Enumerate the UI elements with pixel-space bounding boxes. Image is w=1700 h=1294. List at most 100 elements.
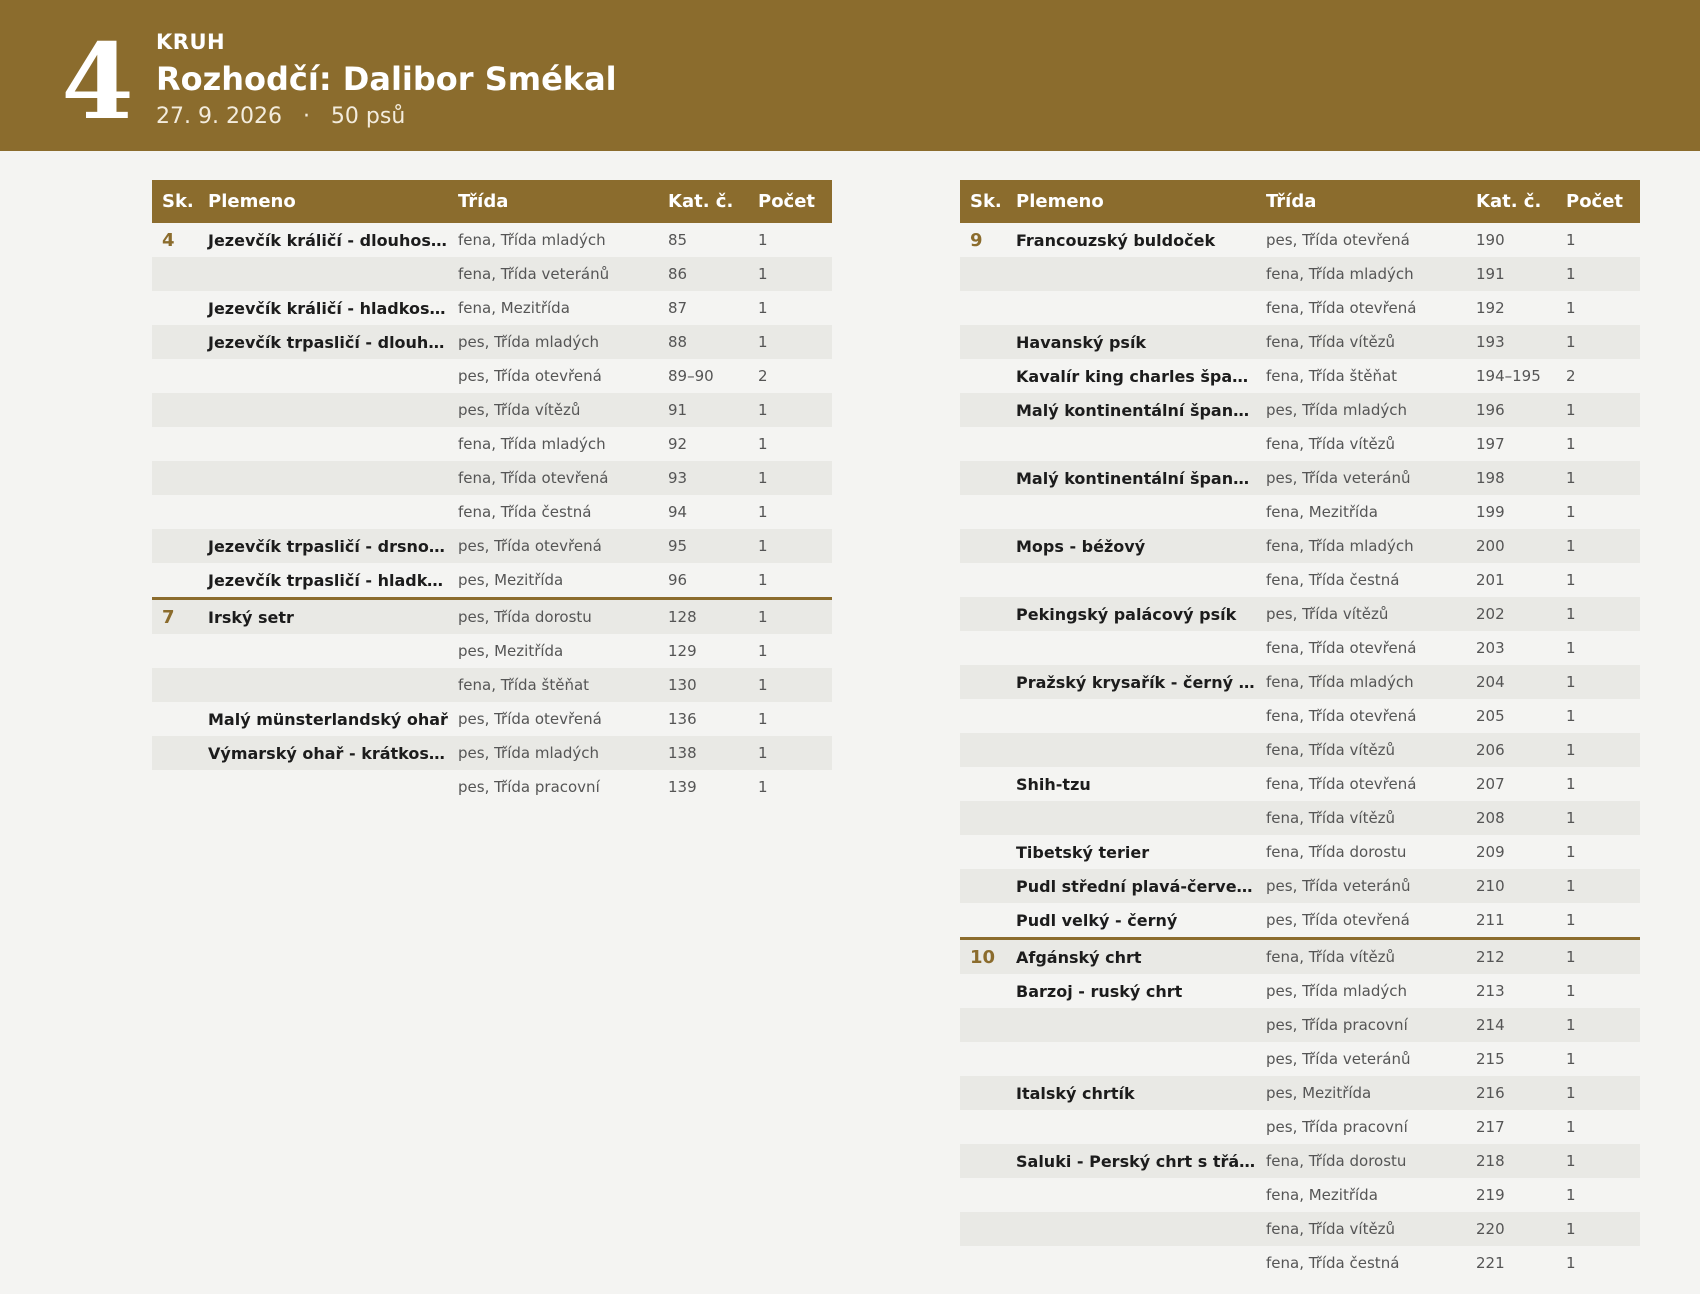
catalog-number-cell: 193 xyxy=(1466,325,1556,359)
group-cell xyxy=(960,1076,1006,1110)
catalog-number-cell: 91 xyxy=(658,393,748,427)
breed-cell: Pudl střední plavá-červená xyxy=(1006,869,1256,903)
breed-cell xyxy=(198,257,448,291)
breed-cell: Kavalír king charles španěl xyxy=(1016,366,1256,386)
table-row: fena, Třída veteránů 86 1 xyxy=(152,257,832,291)
group-cell xyxy=(960,257,1006,291)
table-row: Pudl velký - černý pes, Třída otevřená 211… xyxy=(960,903,1640,939)
ring-number: 4 xyxy=(61,20,134,143)
group-cell xyxy=(960,974,1006,1008)
class-cell: pes, Třída mladých xyxy=(448,325,658,359)
table-row: fena, Mezitřída 199 1 xyxy=(960,495,1640,529)
class-cell: pes, Mezitřída xyxy=(458,642,564,660)
count-cell: 1 xyxy=(1556,393,1640,427)
count-cell: 1 xyxy=(1556,733,1640,767)
class-cell: fena, Mezitřída xyxy=(1266,1186,1378,1204)
schedule-table-left: Sk. Plemeno Třída Kat. č. Počet 409:15 Je… xyxy=(152,180,832,804)
count-cell: 1 xyxy=(1556,1144,1640,1178)
count-cell: 1 xyxy=(1566,571,1576,589)
table-row: Barzoj - ruský chrt pes, Třída mladých 213… xyxy=(960,974,1640,1008)
breed-cell xyxy=(1006,631,1256,665)
breed-cell: Malý münsterlandský ohař xyxy=(208,709,448,729)
catalog-number-cell: 201 xyxy=(1476,571,1505,589)
catalog-number-cell: 136 xyxy=(668,710,697,728)
table-header-row: Sk. Plemeno Třída Kat. č. Počet xyxy=(152,180,832,223)
table-row: fena, Třída otevřená 93 1 xyxy=(152,461,832,495)
table-row: Malý münsterlandský ohař pes, Třída otevř… xyxy=(152,702,832,736)
count-cell: 1 xyxy=(1566,1050,1576,1068)
judge-name: Rozhodčí: Dalibor Smékal xyxy=(156,60,617,98)
catalog-number-cell: 196 xyxy=(1466,393,1556,427)
header-catalog-number: Kat. č. xyxy=(658,180,748,223)
breed-cell xyxy=(1006,699,1256,733)
breed-cell xyxy=(198,393,448,427)
catalog-number-cell: 85 xyxy=(668,231,688,249)
class-cell: pes, Třída pracovní xyxy=(458,778,600,796)
catalog-number-cell: 92 xyxy=(668,435,688,453)
table-header-row: Sk. Plemeno Třída Kat. č. Počet xyxy=(960,180,1640,223)
class-cell: fena, Třída dorostu xyxy=(1266,843,1407,861)
breed-cell xyxy=(198,668,448,702)
catalog-number-cell: 212 xyxy=(1466,937,1556,974)
table-row: Malý kontinentální španěl - phalenepes, … xyxy=(960,461,1640,495)
table-row: Jezevčík trpasličí - drsnosrstý pes, Tříd… xyxy=(152,529,832,563)
group-cell xyxy=(960,359,1006,393)
table-row: pes, Třída pracovní 139 1 xyxy=(152,770,832,804)
breed-cell: Jezevčík králičí - hladkosrstý xyxy=(208,298,448,318)
catalog-number-cell: 221 xyxy=(1476,1254,1505,1272)
catalog-number-cell: 139 xyxy=(668,778,697,796)
class-cell: fena, Třída štěňat xyxy=(448,668,658,702)
table-row: Malý kontinentální španěl - papillonpes,… xyxy=(960,393,1640,427)
catalog-number-cell: 209 xyxy=(1476,843,1505,861)
class-cell: fena, Třída vítězů xyxy=(1266,435,1396,453)
group-cell xyxy=(152,770,198,804)
count-cell: 1 xyxy=(758,710,768,728)
breed-cell: Barzoj - ruský chrt xyxy=(1016,981,1183,1001)
breed-cell: Pražský krysařík - černý s pálením xyxy=(1006,665,1256,699)
group-cell xyxy=(960,1008,1006,1042)
breed-cell: Jezevčík trpasličí - dlouhosrstý xyxy=(198,325,448,359)
count-cell: 1 xyxy=(748,325,832,359)
breed-cell xyxy=(1006,291,1256,325)
table-row: Mops - béžový fena, Třída mladých 200 1 xyxy=(960,529,1640,563)
table-row: fena, Třída vítězů 197 1 xyxy=(960,427,1640,461)
count-cell: 2 xyxy=(1566,367,1576,385)
table-row: fena, Třída vítězů 208 1 xyxy=(960,801,1640,835)
class-cell: fena, Třída veteránů xyxy=(448,257,658,291)
count-cell: 1 xyxy=(758,503,768,521)
schedule-table-right: Sk. Plemeno Třída Kat. č. Počet 909:45 Fr… xyxy=(960,180,1640,1280)
table-row: fena, Třída otevřená 205 1 xyxy=(960,699,1640,733)
count-cell: 1 xyxy=(748,736,832,770)
catalog-number-cell: 194–195 xyxy=(1476,367,1541,385)
breed-cell xyxy=(1006,1212,1256,1246)
catalog-number-cell: 89–90 xyxy=(668,367,714,385)
table-row: 409:15 Jezevčík králičí - dlouhosrstý fena… xyxy=(152,223,832,257)
class-cell: pes, Třída pracovní xyxy=(1266,1118,1408,1136)
table-row: Italský chrtík pes, Mezitřída 216 1 xyxy=(960,1076,1640,1110)
class-cell: fena, Třída mladých xyxy=(1256,529,1466,563)
group-cell: 709:30 xyxy=(152,597,198,634)
count-cell: 1 xyxy=(1556,869,1640,903)
header-class: Třída xyxy=(448,180,658,223)
group-cell xyxy=(152,563,198,599)
table-row: Pekingský palácový psík pes, Třída vítězů… xyxy=(960,597,1640,631)
breed-cell xyxy=(1006,495,1256,529)
count-cell: 1 xyxy=(758,231,768,249)
table-row: fena, Třída vítězů 220 1 xyxy=(960,1212,1640,1246)
breed-cell: Afgánský chrt xyxy=(1006,937,1256,974)
count-cell: 1 xyxy=(758,299,768,317)
catalog-number-cell: 207 xyxy=(1476,775,1505,793)
group-cell: 909:45 xyxy=(960,223,1006,257)
class-cell: fena, Třída otevřená xyxy=(448,461,658,495)
header-catalog-number: Kat. č. xyxy=(1466,180,1556,223)
count-cell: 1 xyxy=(748,393,832,427)
table-row: Kavalír king charles španěl fena, Třída š… xyxy=(960,359,1640,393)
catalog-number-cell: 200 xyxy=(1466,529,1556,563)
class-cell: pes, Třída vítězů xyxy=(448,393,658,427)
table-row: pes, Třída veteránů 215 1 xyxy=(960,1042,1640,1076)
group-cell: 1010:45 xyxy=(960,937,1006,974)
class-cell: pes, Třída otevřená xyxy=(448,529,658,563)
catalog-number-cell: 204 xyxy=(1466,665,1556,699)
class-cell: pes, Třída veteránů xyxy=(1256,869,1466,903)
breed-cell xyxy=(1006,801,1256,835)
